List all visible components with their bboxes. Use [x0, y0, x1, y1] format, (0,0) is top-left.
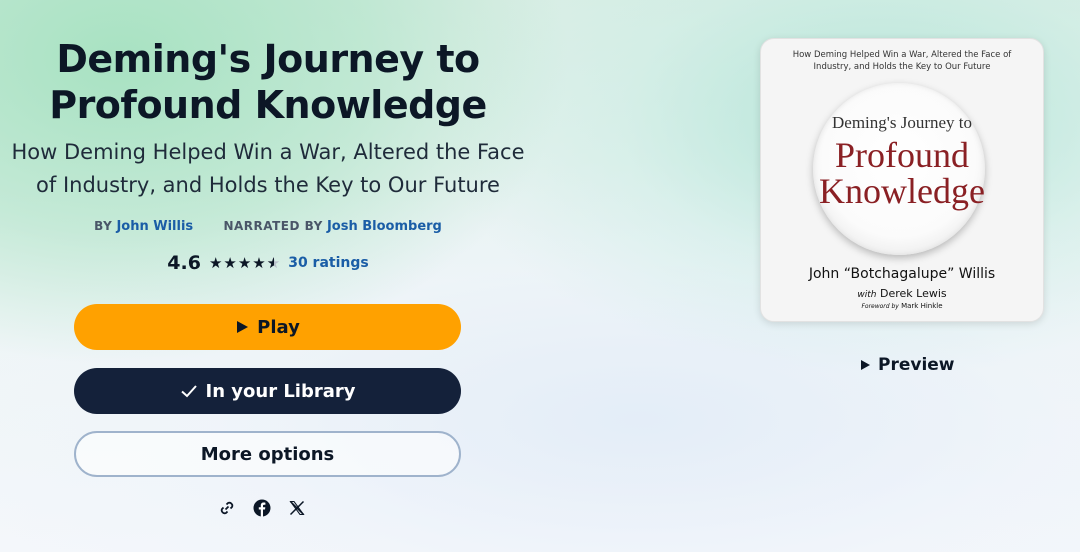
- cover-title-line-1: Deming's Journey to: [832, 113, 972, 132]
- x-icon[interactable]: [288, 496, 306, 520]
- ratings-count-link[interactable]: 30 ratings: [288, 255, 369, 271]
- rating-row: 4.6 ★ ★ ★ ★ ★ ★ 30 ratings: [0, 252, 536, 274]
- checkmark-icon: [180, 385, 197, 398]
- rating-value: 4.6: [167, 252, 201, 274]
- narrated-by-label: NARRATED BY: [223, 219, 323, 233]
- preview-button[interactable]: Preview: [860, 355, 955, 375]
- play-icon: [861, 360, 870, 370]
- credits: BY John Willis NARRATED BY Josh Bloomber…: [0, 217, 536, 236]
- cover-foreword-author: Mark Hinkle: [901, 302, 943, 310]
- in-library-button[interactable]: In your Library: [74, 368, 461, 414]
- share-row: [218, 496, 306, 520]
- star-rating: ★ ★ ★ ★ ★ ★: [209, 256, 280, 271]
- cover-coauthor-name: Derek Lewis: [879, 287, 947, 300]
- play-button[interactable]: Play: [74, 304, 461, 350]
- cover-author: John “Botchagalupe” Willis: [808, 266, 996, 282]
- book-cover[interactable]: How Deming Helped Win a War, Altered the…: [760, 38, 1044, 322]
- preview-label: Preview: [878, 355, 955, 375]
- book-subtitle: How Deming Helped Win a War, Altered the…: [11, 140, 525, 197]
- cover-foreword-label: Foreword by: [861, 303, 899, 310]
- more-options-button[interactable]: More options: [74, 431, 461, 477]
- star-icon: ★: [237, 254, 252, 272]
- in-library-button-label: In your Library: [205, 380, 356, 402]
- by-label: BY: [94, 219, 113, 233]
- star-icon: ★: [252, 254, 266, 272]
- cover-coauthor: with Derek Lewis: [761, 287, 1043, 300]
- cover-title-line-3: Knowledge: [819, 171, 985, 211]
- half-star-icon: ★ ★: [266, 254, 281, 272]
- narrator-link[interactable]: Josh Bloomberg: [327, 219, 442, 234]
- more-options-button-label: More options: [200, 443, 335, 465]
- star-icon: ★: [223, 254, 237, 272]
- link-icon[interactable]: [218, 496, 236, 520]
- book-title: Deming's Journey to Profound Knowledge: [49, 37, 487, 127]
- cover-foreword: Foreword by Mark Hinkle: [761, 302, 1043, 310]
- cover-tagline: How Deming Helped Win a War, Altered the…: [792, 50, 1012, 72]
- author-link[interactable]: John Willis: [116, 219, 193, 234]
- star-icon: ★: [208, 254, 223, 272]
- play-button-label: Play: [257, 316, 300, 338]
- play-icon: [237, 321, 249, 333]
- cover-with-label: with: [857, 290, 877, 300]
- book-info: Deming's Journey to Profound Knowledge H…: [0, 0, 536, 274]
- facebook-icon[interactable]: [253, 496, 271, 520]
- cover-title-line-2: Profound: [835, 135, 969, 175]
